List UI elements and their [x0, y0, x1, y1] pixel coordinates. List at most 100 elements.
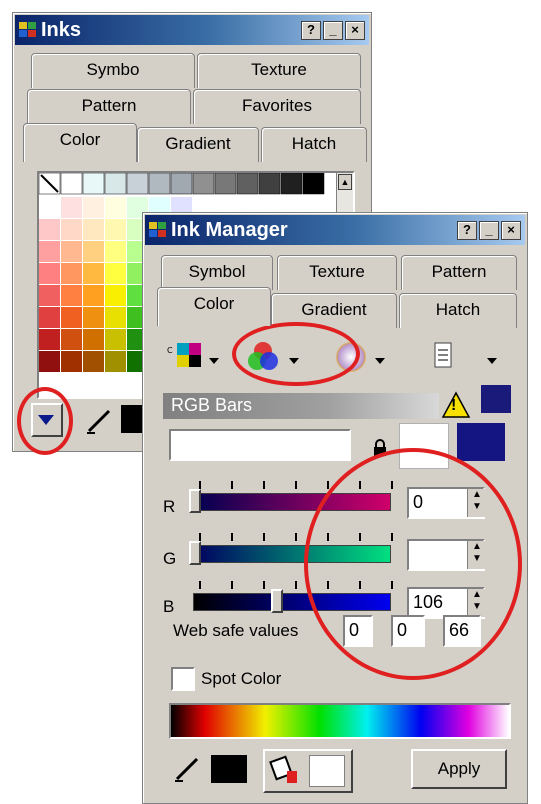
palette-swatch[interactable] — [83, 285, 104, 306]
palette-swatch[interactable] — [236, 173, 259, 195]
paint-bucket-icon — [269, 755, 297, 783]
inks-help-button[interactable]: ? — [301, 21, 321, 40]
palette-swatch[interactable] — [83, 219, 104, 240]
palette-swatch[interactable] — [39, 307, 60, 328]
highlight-ring-model — [232, 322, 360, 386]
wheel-dropdown-icon[interactable] — [375, 351, 385, 369]
palette-swatch[interactable] — [39, 263, 60, 284]
highlight-ring-expand — [17, 387, 73, 455]
palette-swatch[interactable] — [214, 173, 237, 195]
inks-close-button[interactable]: × — [345, 21, 365, 40]
palette-swatch[interactable] — [39, 351, 60, 372]
gamut-color-swatch[interactable] — [481, 385, 511, 413]
manager-title: Ink Manager — [171, 219, 288, 241]
palette-swatch[interactable] — [170, 173, 193, 195]
palette-swatch[interactable] — [105, 307, 126, 328]
cmyk-swatch-icon[interactable]: C — [165, 339, 205, 373]
inks-tab-pattern[interactable]: Pattern — [27, 89, 191, 124]
manager-eyedropper-icon[interactable] — [173, 753, 203, 783]
model-bar-label: RGB Bars — [171, 395, 253, 415]
manager-minimize-button[interactable]: _ — [479, 221, 499, 240]
manager-tab-pattern[interactable]: Pattern — [401, 255, 517, 290]
palette-swatch[interactable] — [126, 173, 149, 195]
palette-swatch[interactable] — [61, 329, 82, 350]
inks-tab-symbol[interactable]: Symbo — [31, 53, 195, 88]
spot-color-checkbox[interactable] — [171, 667, 195, 691]
manager-close-button[interactable]: × — [501, 221, 521, 240]
inks-logo-icon — [19, 22, 36, 37]
cmyk-dropdown-icon[interactable] — [209, 351, 219, 369]
inks-tab-color[interactable]: Color — [23, 123, 137, 162]
manager-tab-color[interactable]: Color — [157, 287, 271, 326]
palette-swatch[interactable] — [61, 351, 82, 372]
inks-tab-favorites[interactable]: Favorites — [193, 89, 361, 124]
palette-swatch[interactable] — [192, 173, 215, 195]
palette-swatch[interactable] — [302, 173, 325, 195]
palette-swatch[interactable] — [61, 197, 82, 218]
scroll-up-arrow-icon[interactable]: ▲ — [338, 174, 352, 190]
web-safe-label: Web safe values — [173, 621, 299, 640]
palette-swatch[interactable] — [39, 219, 60, 240]
highlight-ring-values — [304, 448, 522, 680]
palette-swatch[interactable] — [105, 241, 126, 262]
palette-swatch[interactable] — [60, 173, 83, 195]
palette-swatch[interactable] — [105, 351, 126, 372]
palette-swatch[interactable] — [83, 263, 104, 284]
palette-swatch[interactable] — [105, 285, 126, 306]
inks-tab-texture[interactable]: Texture — [197, 53, 361, 88]
warning-glyph: ! — [451, 397, 457, 414]
palette-swatch[interactable] — [280, 173, 303, 195]
inks-current-color-swatch[interactable] — [121, 405, 143, 433]
palette-swatch[interactable] — [83, 241, 104, 262]
palette-swatch[interactable] — [105, 329, 126, 350]
slider-r-thumb[interactable] — [189, 489, 201, 513]
slider-r-label: R — [163, 497, 176, 516]
slider-g-label: G — [163, 549, 177, 568]
apply-button[interactable]: Apply — [411, 749, 507, 789]
palette-swatch[interactable] — [105, 197, 126, 218]
eyedropper-icon[interactable] — [85, 405, 115, 435]
list-view-icon[interactable] — [433, 341, 455, 371]
palette-swatch[interactable] — [61, 307, 82, 328]
inks-titlebar[interactable]: Inks ? _ × — [15, 15, 369, 45]
inks-tab-gradient[interactable]: Gradient — [137, 127, 259, 162]
palette-swatch[interactable] — [39, 285, 60, 306]
palette-swatch[interactable] — [61, 241, 82, 262]
inks-tab-hatch[interactable]: Hatch — [261, 127, 367, 162]
palette-swatch[interactable] — [83, 351, 104, 372]
manager-sample-swatch[interactable] — [211, 755, 247, 783]
palette-swatch[interactable] — [61, 219, 82, 240]
palette-swatch[interactable] — [61, 263, 82, 284]
slider-g-thumb[interactable] — [189, 541, 201, 565]
palette-swatch[interactable] — [83, 307, 104, 328]
palette-swatch[interactable] — [258, 173, 281, 195]
inks-title: Inks — [41, 19, 82, 41]
color-name-field[interactable] — [169, 429, 351, 461]
slider-b-label: B — [163, 597, 175, 616]
manager-help-button[interactable]: ? — [457, 221, 477, 240]
manager-logo-icon — [149, 222, 166, 237]
palette-swatch[interactable] — [83, 197, 104, 218]
manager-titlebar[interactable]: Ink Manager ? _ × — [145, 215, 525, 245]
palette-swatch[interactable] — [148, 173, 171, 195]
bucket-color-swatch — [309, 755, 345, 787]
palette-swatch[interactable] — [39, 197, 60, 218]
palette-swatch[interactable] — [105, 263, 126, 284]
palette-swatch[interactable] — [104, 173, 127, 195]
new-color-swatch — [457, 423, 505, 461]
spot-color-label: Spot Color — [201, 669, 282, 688]
manager-tab-symbol[interactable]: Symbol — [161, 255, 273, 290]
inks-minimize-button[interactable]: _ — [323, 21, 343, 40]
slider-b-thumb[interactable] — [271, 589, 283, 613]
palette-swatch[interactable] — [39, 241, 60, 262]
manager-tab-hatch[interactable]: Hatch — [399, 293, 517, 328]
manager-tab-texture[interactable]: Texture — [277, 255, 397, 290]
color-spectrum-bar[interactable] — [169, 703, 511, 739]
palette-swatch[interactable] — [105, 219, 126, 240]
palette-swatch[interactable] — [39, 329, 60, 350]
palette-swatch[interactable] — [61, 285, 82, 306]
palette-swatch[interactable] — [82, 173, 105, 195]
palette-swatch[interactable] — [83, 329, 104, 350]
list-dropdown-icon[interactable] — [487, 351, 497, 369]
ink-bucket-button[interactable] — [263, 749, 353, 793]
